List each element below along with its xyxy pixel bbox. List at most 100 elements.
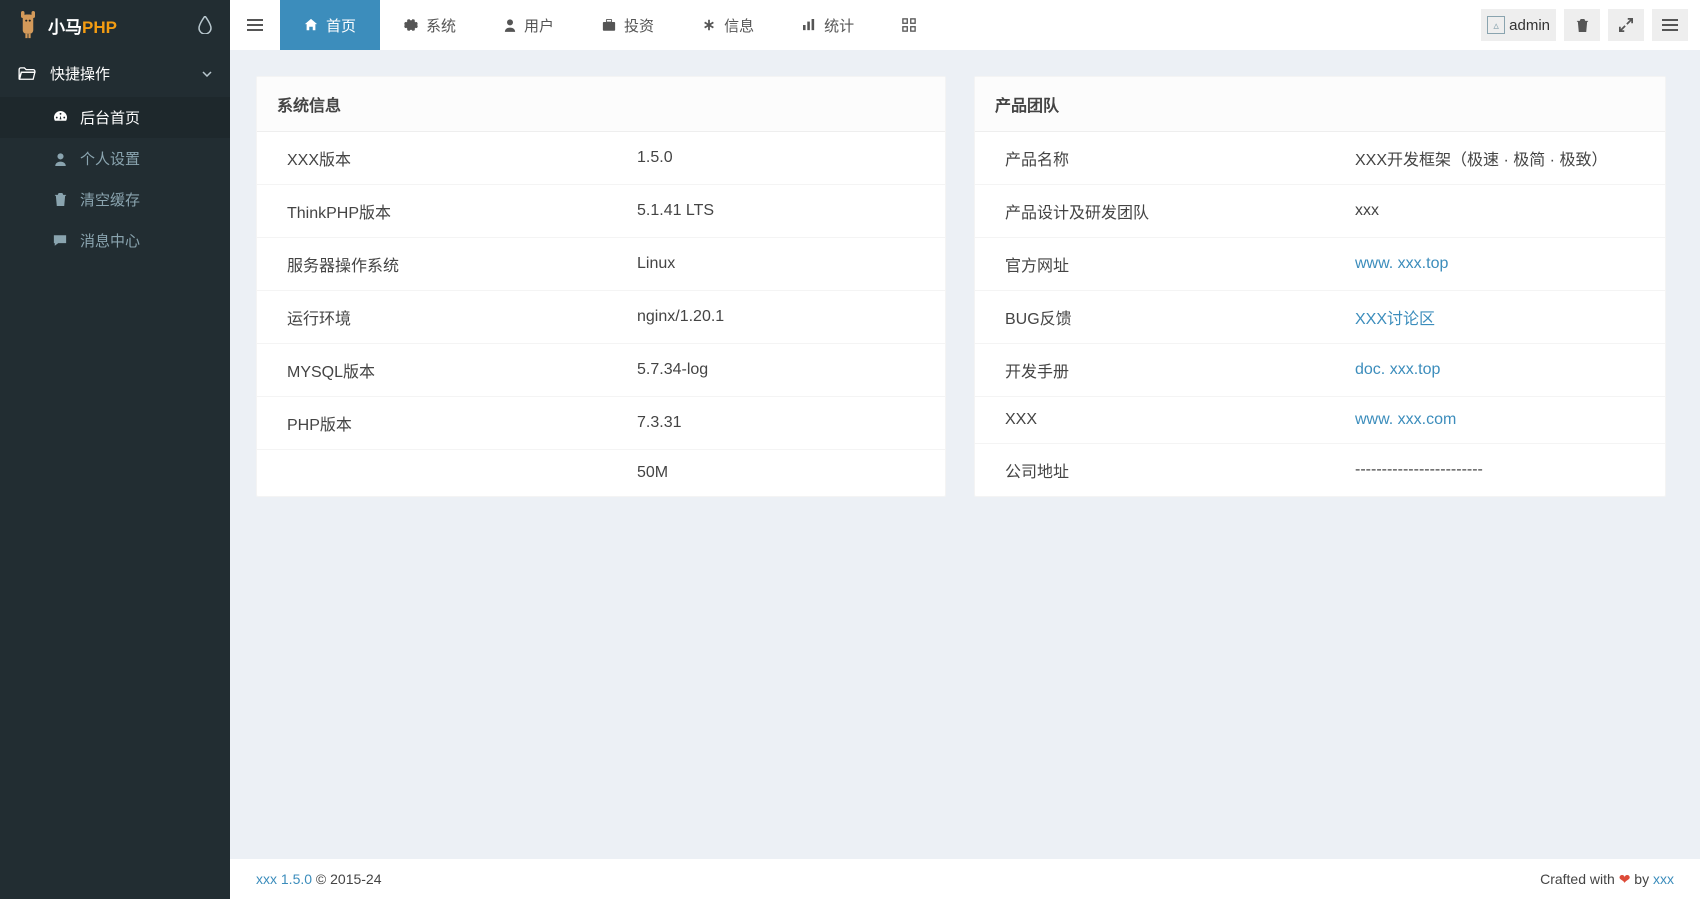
user-icon [504, 18, 516, 32]
row-key: 服务器操作系统 [287, 252, 637, 276]
nav-tab-system[interactable]: 系统 [380, 0, 480, 50]
trash-icon [52, 192, 68, 207]
table-row: 产品名称XXX开发框架（极速 · 极简 · 极致） [975, 132, 1665, 184]
row-value: 5.7.34-log [637, 361, 708, 379]
row-value: Linux [637, 255, 675, 273]
row-value: 5.1.41 LTS [637, 202, 714, 220]
footer-crafted-1: Crafted with [1540, 871, 1619, 887]
footer-product-link[interactable]: xxx 1.5.0 [256, 871, 312, 887]
row-value-link[interactable]: www. xxx.com [1355, 411, 1456, 429]
nav-tab-info[interactable]: 信息 [678, 0, 778, 50]
table-row: 产品设计及研发团队xxx [975, 184, 1665, 237]
home-icon [304, 18, 318, 32]
nav-tab-label: 首页 [326, 15, 356, 36]
panel-title: 系统信息 [257, 77, 945, 132]
row-value: XXX开发框架（极速 · 极简 · 极致） [1355, 146, 1607, 170]
main-content: 系统信息 XXX版本1.5.0ThinkPHP版本5.1.41 LTS服务器操作… [230, 50, 1700, 859]
panel-sysinfo: 系统信息 XXX版本1.5.0ThinkPHP版本5.1.41 LTS服务器操作… [256, 76, 946, 497]
logo-icon [14, 11, 42, 39]
row-key: ThinkPHP版本 [287, 199, 637, 223]
chevron-down-icon [202, 71, 212, 77]
footer-crafted-2: by [1630, 871, 1653, 887]
brand[interactable]: 小马PHP [0, 0, 230, 50]
nav-tab-label: 信息 [724, 15, 754, 36]
nav-tab-home[interactable]: 首页 [280, 0, 380, 50]
panel-title: 产品团队 [975, 77, 1665, 132]
table-row: ThinkPHP版本5.1.41 LTS [257, 184, 945, 237]
trash-icon [1576, 18, 1589, 33]
row-value-link[interactable]: www. xxx.top [1355, 255, 1448, 273]
nav-tab-invest[interactable]: 投资 [578, 0, 678, 50]
sidebar-item-label: 消息中心 [80, 230, 140, 251]
grid-icon [902, 18, 916, 32]
bars-icon [247, 19, 263, 31]
footer-author-link[interactable]: xxx [1653, 871, 1674, 887]
expand-icon [1619, 18, 1633, 32]
row-key: 开发手册 [1005, 358, 1355, 382]
briefcase-icon [602, 19, 616, 32]
row-value: xxx [1355, 202, 1379, 220]
brand-text: 小马PHP [48, 13, 117, 38]
table-row: BUG反馈XXX讨论区 [975, 290, 1665, 343]
fullscreen-button[interactable] [1608, 9, 1644, 41]
brand-left: 小马PHP [14, 11, 117, 39]
user-chip[interactable]: ▵ admin [1481, 9, 1556, 41]
row-value: 50M [637, 464, 668, 482]
row-key: 产品设计及研发团队 [1005, 199, 1355, 223]
row-value-link[interactable]: XXX讨论区 [1355, 305, 1435, 329]
comment-icon [52, 234, 68, 247]
broken-image-icon: ▵ [1487, 16, 1505, 34]
panel-body: 产品名称XXX开发框架（极速 · 极简 · 极致）产品设计及研发团队xxx官方网… [975, 132, 1665, 496]
row-key: MYSQL版本 [287, 358, 637, 382]
list-button[interactable] [1652, 9, 1688, 41]
topbar: 首页 系统 用户 投资 信息 统计 [230, 0, 1700, 50]
sidebar-item-profile[interactable]: 个人设置 [0, 138, 230, 179]
nav-tab-grid[interactable] [878, 0, 940, 50]
row-key: PHP版本 [287, 411, 637, 435]
table-row: 50M [257, 449, 945, 496]
row-value-link[interactable]: doc. xxx.top [1355, 361, 1440, 379]
table-row: XXX版本1.5.0 [257, 132, 945, 184]
topbar-right: ▵ admin [1481, 9, 1700, 41]
nav-tab-label: 统计 [824, 15, 854, 36]
sidebar-toggle-button[interactable] [230, 0, 280, 50]
sidebar-item-dashboard[interactable]: 后台首页 [0, 97, 230, 138]
sidebar-group-label: 快捷操作 [50, 63, 110, 84]
sidebar-item-messages[interactable]: 消息中心 [0, 220, 230, 261]
sidebar-item-clear-cache[interactable]: 清空缓存 [0, 179, 230, 220]
panel-body: XXX版本1.5.0ThinkPHP版本5.1.41 LTS服务器操作系统Lin… [257, 132, 945, 496]
row-value: 1.5.0 [637, 149, 673, 167]
bar-chart-icon [802, 19, 816, 31]
row-key: 产品名称 [1005, 146, 1355, 170]
user-icon [52, 152, 68, 166]
row-value: nginx/1.20.1 [637, 308, 724, 326]
sidebar-group: 快捷操作 后台首页 个人设置 清空缓存 [0, 50, 230, 261]
user-name: admin [1509, 17, 1550, 34]
sidebar-group-header[interactable]: 快捷操作 [0, 50, 230, 97]
sidebar-item-label: 后台首页 [80, 107, 140, 128]
table-row: 官方网址www. xxx.top [975, 237, 1665, 290]
table-row: MYSQL版本5.7.34-log [257, 343, 945, 396]
dashboard-icon [52, 110, 68, 125]
trash-button[interactable] [1564, 9, 1600, 41]
sidebar-item-label: 个人设置 [80, 148, 140, 169]
topbar-left: 首页 系统 用户 投资 信息 统计 [230, 0, 940, 50]
sidebar-item-label: 清空缓存 [80, 189, 140, 210]
footer-copyright: © 2015-24 [312, 871, 381, 887]
tint-icon[interactable] [198, 16, 212, 34]
list-icon [1662, 19, 1678, 31]
nav-tab-label: 用户 [524, 15, 554, 36]
nav-tab-stats[interactable]: 统计 [778, 0, 878, 50]
table-row: 服务器操作系统Linux [257, 237, 945, 290]
row-value: ------------------------ [1355, 461, 1483, 479]
nav-tab-label: 系统 [426, 15, 456, 36]
nav-tab-user[interactable]: 用户 [480, 0, 578, 50]
top-nav: 首页 系统 用户 投资 信息 统计 [280, 0, 940, 50]
table-row: 公司地址------------------------ [975, 443, 1665, 496]
gear-icon [404, 18, 418, 32]
sidebar: 小马PHP 快捷操作 后台首页 [0, 0, 230, 899]
folder-open-icon [18, 67, 36, 81]
heart-icon: ❤ [1619, 871, 1631, 887]
row-key: XXX [1005, 411, 1355, 429]
footer-left: xxx 1.5.0 © 2015-24 [256, 871, 382, 887]
